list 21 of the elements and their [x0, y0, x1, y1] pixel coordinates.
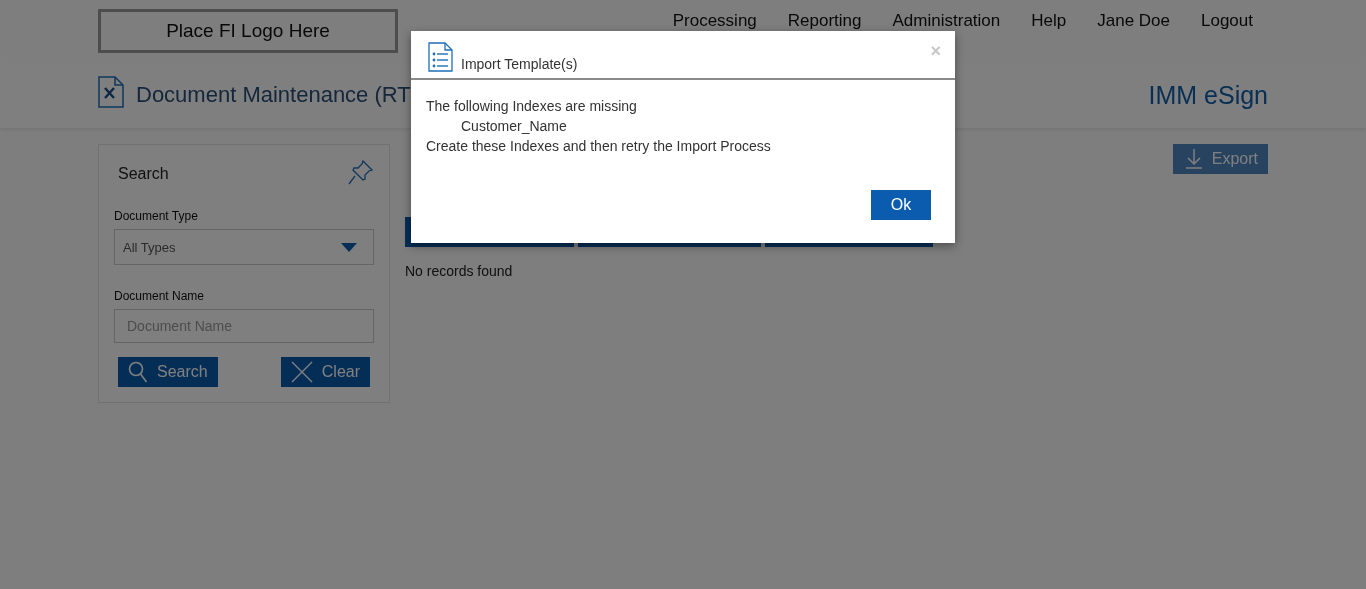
clear-button[interactable]: Clear: [280, 357, 370, 387]
empty-message: No records found: [405, 263, 514, 279]
field-label: Document Type: [114, 209, 199, 223]
nav-link[interactable]: Processing: [672, 11, 757, 31]
dialog-title: Import Template(s): [461, 56, 578, 72]
message-text: Create these Indexes and then retry the Import Process: [426, 137, 772, 156]
search-button[interactable]: Search: [118, 357, 218, 387]
nav-link[interactable]: Jane Doe: [1097, 11, 1170, 31]
nav-link[interactable]: Administration: [892, 11, 1001, 31]
nav-link[interactable]: Help: [1031, 11, 1067, 31]
ok-button[interactable]: Ok: [871, 190, 931, 220]
logo-placeholder-text: Place FI Logo Here: [166, 19, 330, 42]
document-type-dropdown[interactable]: All Types: [114, 229, 374, 265]
field-label: Document Name: [114, 289, 206, 303]
missing-index: Customer_Name: [460, 117, 568, 136]
nav-link[interactable]: Reporting: [787, 11, 862, 31]
app-name: IMM eSign: [1148, 80, 1268, 110]
message-text: The following Indexes are missing: [426, 97, 638, 116]
nav-link[interactable]: Logout: [1201, 11, 1253, 31]
panel-title: Search: [117, 164, 169, 183]
page-title: Document Maintenance (RT: [136, 82, 411, 108]
